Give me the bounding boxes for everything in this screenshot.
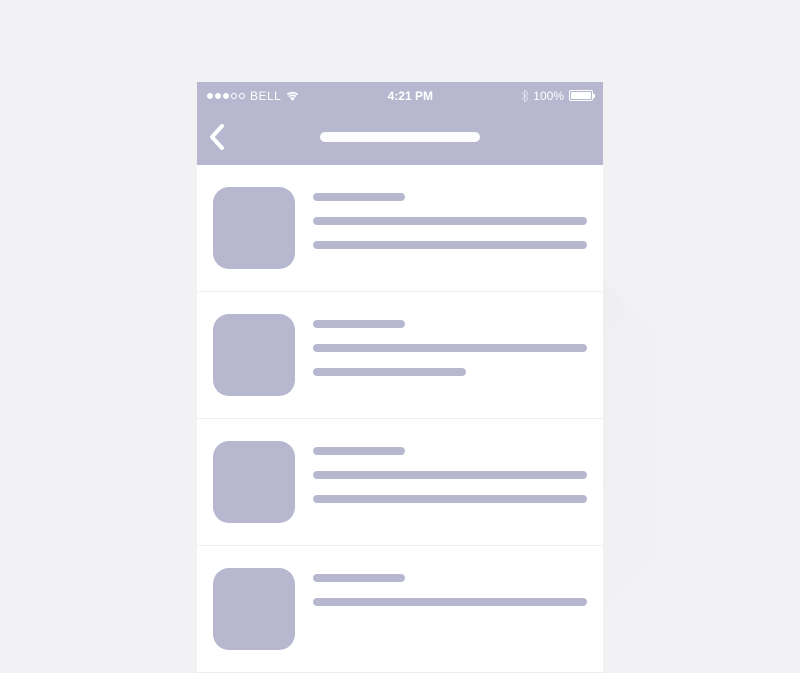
phone-frame: BELL 4:21 PM 100%	[197, 82, 603, 673]
item-content	[313, 568, 587, 650]
item-thumbnail	[213, 314, 295, 396]
status-bar: BELL 4:21 PM 100%	[197, 82, 603, 109]
item-content	[313, 441, 587, 523]
item-title-placeholder	[313, 193, 405, 201]
page-title-placeholder	[320, 132, 480, 142]
battery-percent: 100%	[533, 89, 564, 103]
item-content	[313, 314, 587, 396]
back-button[interactable]	[209, 124, 225, 150]
item-title-placeholder	[313, 320, 405, 328]
list-item[interactable]	[197, 546, 603, 673]
item-text-placeholder	[313, 471, 587, 479]
battery-icon	[569, 90, 593, 101]
status-right: 100%	[521, 89, 593, 103]
item-text-placeholder	[313, 241, 587, 249]
navigation-bar	[197, 109, 603, 165]
bluetooth-icon	[521, 90, 528, 102]
status-left: BELL	[207, 89, 299, 103]
list-item[interactable]	[197, 419, 603, 546]
item-text-placeholder	[313, 495, 587, 503]
clock: 4:21 PM	[388, 89, 433, 103]
item-text-placeholder	[313, 368, 466, 376]
signal-strength-icon	[207, 93, 245, 99]
list	[197, 165, 603, 673]
item-thumbnail	[213, 441, 295, 523]
item-content	[313, 187, 587, 269]
item-title-placeholder	[313, 574, 405, 582]
carrier-label: BELL	[250, 89, 281, 103]
item-text-placeholder	[313, 344, 587, 352]
item-thumbnail	[213, 187, 295, 269]
item-thumbnail	[213, 568, 295, 650]
list-item[interactable]	[197, 292, 603, 419]
wifi-icon	[286, 91, 299, 101]
item-text-placeholder	[313, 598, 587, 606]
list-item[interactable]	[197, 165, 603, 292]
item-text-placeholder	[313, 217, 587, 225]
item-title-placeholder	[313, 447, 405, 455]
